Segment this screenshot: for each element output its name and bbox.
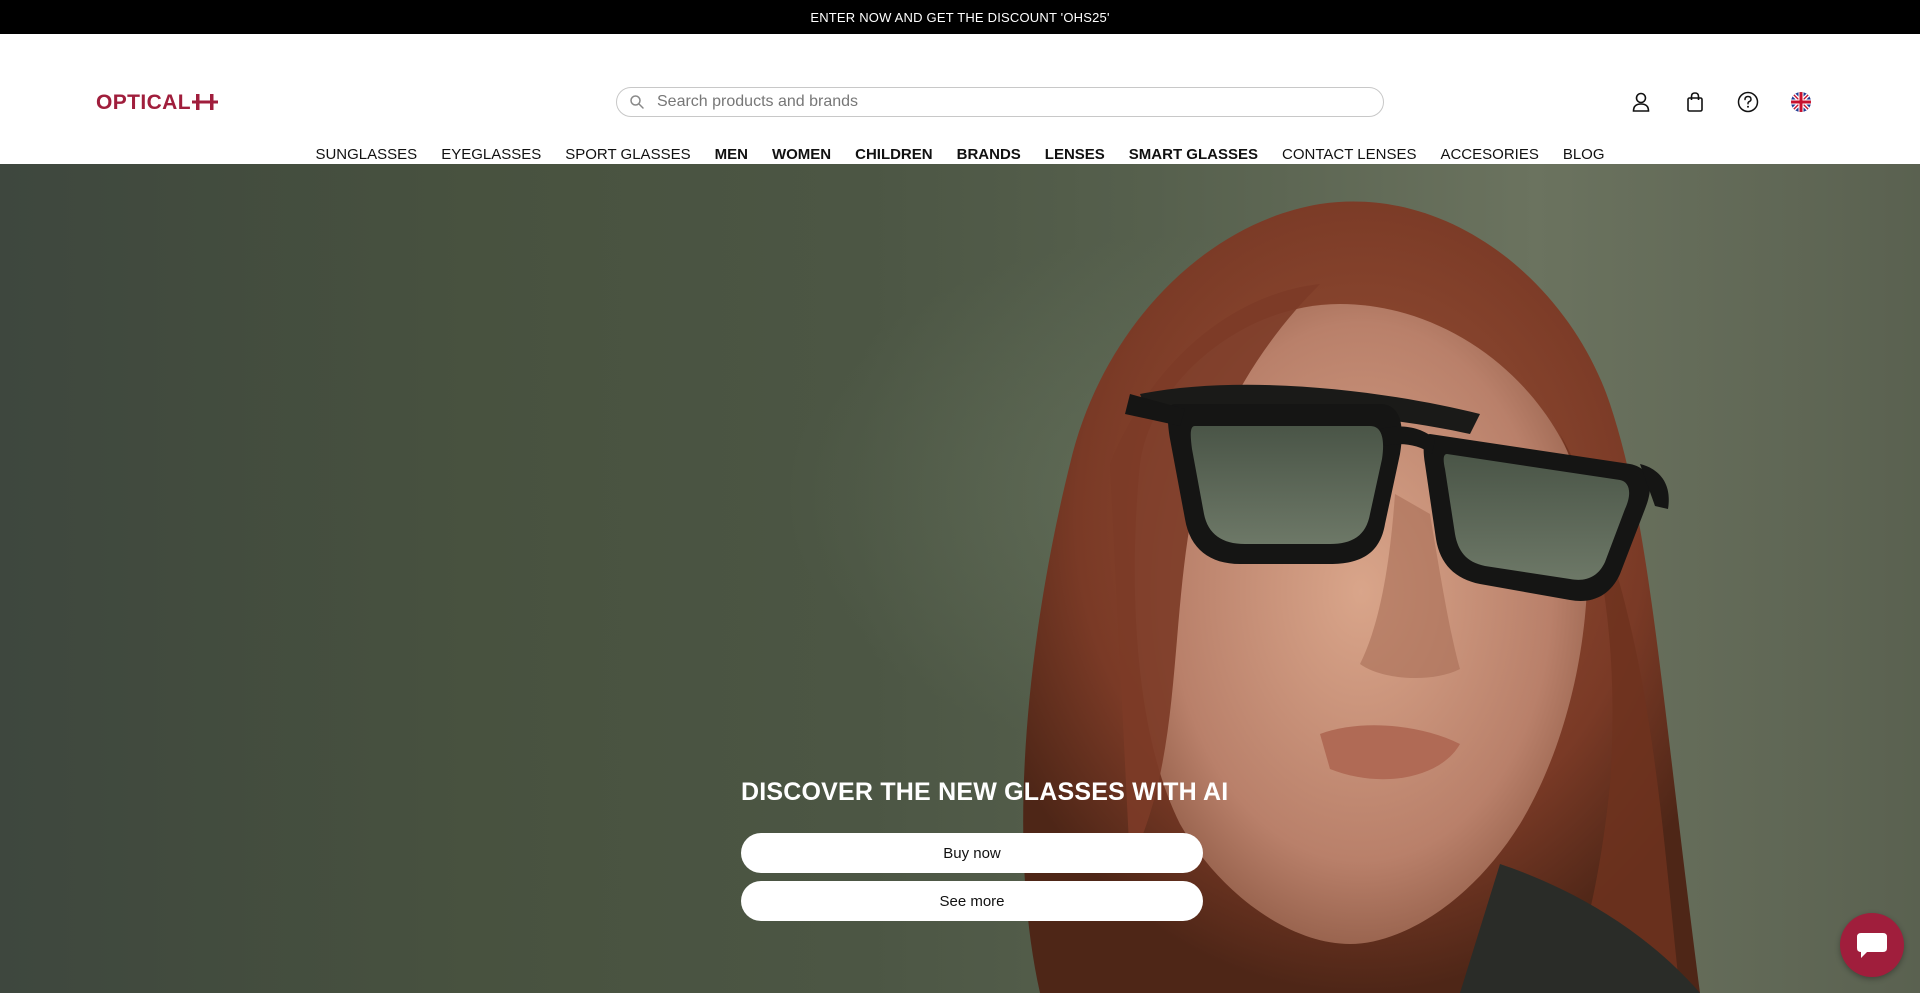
logo-lettering: OPTICAL (96, 91, 191, 114)
nav-item-sunglasses[interactable]: SUNGLASSES (303, 145, 429, 165)
nav-item-contact-lenses[interactable]: CONTACT LENSES (1270, 145, 1428, 165)
chat-button[interactable] (1840, 913, 1904, 977)
hero-banner: DISCOVER THE NEW GLASSES WITH AI Buy now… (0, 164, 1920, 993)
uk-flag-icon (1791, 92, 1811, 112)
logo-mark: OPTICAL (96, 91, 218, 114)
user-icon (1632, 92, 1650, 112)
see-more-button[interactable]: See more (741, 881, 1203, 921)
nav-item-lenses[interactable]: LENSES (1033, 145, 1117, 165)
main-navigation: SUNGLASSES EYEGLASSES SPORT GLASSES MEN WOME… (0, 145, 1920, 165)
promo-banner[interactable]: ENTER NOW AND GET THE DISCOUNT 'OHS25' (0, 0, 1920, 34)
nav-item-children[interactable]: CHILDREN (843, 145, 945, 165)
search-icon (630, 95, 644, 109)
shopping-bag-icon (1687, 92, 1703, 112)
nav-item-women[interactable]: WOMEN (760, 145, 843, 165)
search-bar[interactable] (616, 87, 1384, 117)
chat-bubble-icon (1857, 933, 1887, 958)
promo-text: ENTER NOW AND GET THE DISCOUNT 'OHS25' (810, 9, 1110, 25)
nav-item-accesories[interactable]: ACCESORIES (1428, 145, 1550, 165)
site-header: OPTICAL Search products and brands SUNGL… (0, 34, 1920, 164)
nav-item-men[interactable]: MEN (703, 145, 760, 165)
opticalh-logo[interactable]: OPTICAL (96, 90, 218, 119)
nav-item-blog[interactable]: BLOG (1551, 145, 1617, 165)
help-icon (1737, 91, 1759, 113)
nav-item-sport-glasses[interactable]: SPORT GLASSES (553, 145, 702, 165)
nav-item-brands[interactable]: BRANDS (945, 145, 1033, 165)
nav-item-eyeglasses[interactable]: EYEGLASSES (429, 145, 553, 165)
buy-now-button[interactable]: Buy now (741, 833, 1203, 873)
search-input[interactable] (657, 93, 1337, 111)
language-button[interactable] (1788, 89, 1814, 115)
account-button[interactable] (1628, 89, 1654, 115)
nav-item-smart-glasses[interactable]: SMART GLASSES (1117, 145, 1270, 165)
cart-button[interactable] (1682, 89, 1708, 115)
hero-title: DISCOVER THE NEW GLASSES WITH AI (741, 778, 1229, 806)
help-button[interactable] (1735, 89, 1761, 115)
